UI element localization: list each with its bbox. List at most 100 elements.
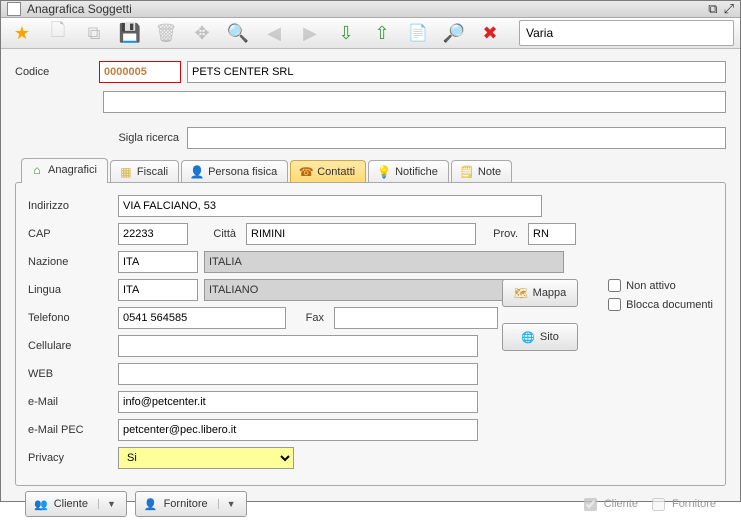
cliente-flag-label: Cliente <box>604 498 638 510</box>
tab-persona-label: Persona fisica <box>208 166 277 178</box>
tab-anagrafici[interactable]: ⌂ Anagrafici <box>21 158 108 183</box>
new-button: 🗋 <box>43 18 73 48</box>
note-icon: 🗒 <box>460 165 474 179</box>
fax-label: Fax <box>292 312 328 324</box>
person-icon: 👤 <box>190 165 204 179</box>
nazione-label: Nazione <box>28 256 112 268</box>
mappa-button[interactable]: 🗺 Mappa <box>502 279 578 307</box>
cliente-dropdown-button[interactable]: 👥 Cliente ▼ <box>25 491 127 517</box>
indirizzo-input[interactable] <box>118 195 542 217</box>
email-input[interactable] <box>118 391 478 413</box>
chevron-down-icon-2: ▼ <box>218 499 242 509</box>
web-input[interactable] <box>118 363 478 385</box>
nazione-code-input[interactable] <box>118 251 198 273</box>
cliente-btn-label: Cliente <box>54 498 88 510</box>
window-root: Anagrafica Soggetti ⧉ ⤢ ★ 🗋 ⧉ 💾 🗑 ✥ 🔍 ◀ … <box>0 0 741 502</box>
blocca-doc-checkbox[interactable] <box>608 298 621 311</box>
close-button[interactable]: ✖ <box>475 18 505 48</box>
fax-input[interactable] <box>334 307 498 329</box>
sigla-label: Sigla ricerca <box>97 132 187 144</box>
map-icon: 🗺 <box>514 287 528 300</box>
nav-prev-button: ◀ <box>259 18 289 48</box>
web-label: WEB <box>28 368 112 380</box>
tab-notifiche[interactable]: 💡 Notifiche <box>368 160 449 183</box>
citta-input[interactable] <box>246 223 476 245</box>
nazione-name: ITALIA <box>204 251 564 273</box>
save-button[interactable]: 💾 <box>115 18 145 48</box>
indirizzo-label: Indirizzo <box>28 200 112 212</box>
telefono-input[interactable] <box>118 307 286 329</box>
tab-fiscali[interactable]: ▦ Fiscali <box>110 160 179 183</box>
tab-anagrafici-label: Anagrafici <box>48 164 97 176</box>
emailpec-label: e-Mail PEC <box>28 424 112 436</box>
non-attivo-checkbox[interactable] <box>608 279 621 292</box>
people-icon: 👥 <box>34 498 48 511</box>
bulb-icon: 💡 <box>377 165 391 179</box>
tab-notifiche-label: Notifiche <box>395 166 438 178</box>
tab-note[interactable]: 🗒 Note <box>451 160 512 183</box>
emailpec-input[interactable] <box>118 419 478 441</box>
lingua-label: Lingua <box>28 284 112 296</box>
lingua-code-input[interactable] <box>118 279 198 301</box>
cap-label: CAP <box>28 228 112 240</box>
tool-button: ✥ <box>187 18 217 48</box>
sigla-input[interactable] <box>187 127 726 149</box>
app-icon <box>7 2 21 16</box>
footer: 👥 Cliente ▼ 👤 Fornitore ▼ Cliente Forn <box>15 486 726 522</box>
restore-down-icon[interactable]: ⧉ <box>708 1 717 17</box>
tab-fiscali-label: Fiscali <box>137 166 168 178</box>
doc-icon: ▦ <box>119 165 133 179</box>
tab-note-label: Note <box>478 166 501 178</box>
tab-contatti-label: Contatti <box>317 166 355 178</box>
cap-input[interactable] <box>118 223 188 245</box>
favorite-button[interactable]: ★ <box>7 18 37 48</box>
fornitore-btn-label: Fornitore <box>164 498 208 510</box>
export-button[interactable]: ⇧ <box>367 18 397 48</box>
email-label: e-Mail <box>28 396 112 408</box>
fornitore-dropdown-button[interactable]: 👤 Fornitore ▼ <box>135 491 247 517</box>
tab-persona[interactable]: 👤 Persona fisica <box>181 160 288 183</box>
home-icon: ⌂ <box>30 163 44 177</box>
fornitore-checkbox <box>652 498 665 511</box>
blocca-doc-check[interactable]: Blocca documenti <box>608 298 713 311</box>
contatti-panel: Indirizzo CAP Città Prov. Nazione ITALIA… <box>15 182 726 486</box>
non-attivo-label: Non attivo <box>626 280 676 292</box>
sito-label: Sito <box>540 331 559 343</box>
non-attivo-check[interactable]: Non attivo <box>608 279 713 292</box>
privacy-label: Privacy <box>28 452 112 464</box>
mappa-label: Mappa <box>533 287 567 299</box>
fornitore-flag: Fornitore <box>648 495 716 514</box>
maximize-icon[interactable]: ⤢ <box>724 1 734 17</box>
name-input[interactable] <box>187 61 726 83</box>
toolbar-search-input[interactable] <box>519 20 734 46</box>
cliente-flag: Cliente <box>580 495 638 514</box>
blocca-doc-label: Blocca documenti <box>626 299 713 311</box>
nav-next-button: ▶ <box>295 18 325 48</box>
toolbar: ★ 🗋 ⧉ 💾 🗑 ✥ 🔍 ◀ ▶ ⇩ ⇧ 📄 🔎 ✖ <box>1 18 740 49</box>
cellulare-input[interactable] <box>118 335 478 357</box>
window-title: Anagrafica Soggetti <box>27 2 708 16</box>
codice-label: Codice <box>15 66 99 78</box>
chevron-down-icon: ▼ <box>98 499 122 509</box>
titlebar: Anagrafica Soggetti ⧉ ⤢ <box>1 1 740 18</box>
preview-button[interactable]: 🔎 <box>439 18 469 48</box>
privacy-select[interactable]: Si <box>118 447 294 469</box>
name-secondary-input[interactable] <box>103 91 726 113</box>
tab-contatti[interactable]: ☎ Contatti <box>290 160 366 183</box>
fornitore-flag-label: Fornitore <box>672 498 716 510</box>
cliente-checkbox <box>584 498 597 511</box>
document-button[interactable]: 📄 <box>403 18 433 48</box>
sito-button[interactable]: 🌐 Sito <box>502 323 578 351</box>
telefono-label: Telefono <box>28 312 112 324</box>
import-button[interactable]: ⇩ <box>331 18 361 48</box>
search-button[interactable]: 🔍 <box>223 18 253 48</box>
supplier-icon: 👤 <box>144 498 158 511</box>
cellulare-label: Cellulare <box>28 340 112 352</box>
contacts-icon: ☎ <box>299 165 313 179</box>
prov-label: Prov. <box>482 228 522 240</box>
delete-button: 🗑 <box>151 18 181 48</box>
citta-label: Città <box>194 228 240 240</box>
globe-icon: 🌐 <box>521 331 535 344</box>
prov-input[interactable] <box>528 223 576 245</box>
window-controls: ⧉ ⤢ <box>708 1 734 17</box>
